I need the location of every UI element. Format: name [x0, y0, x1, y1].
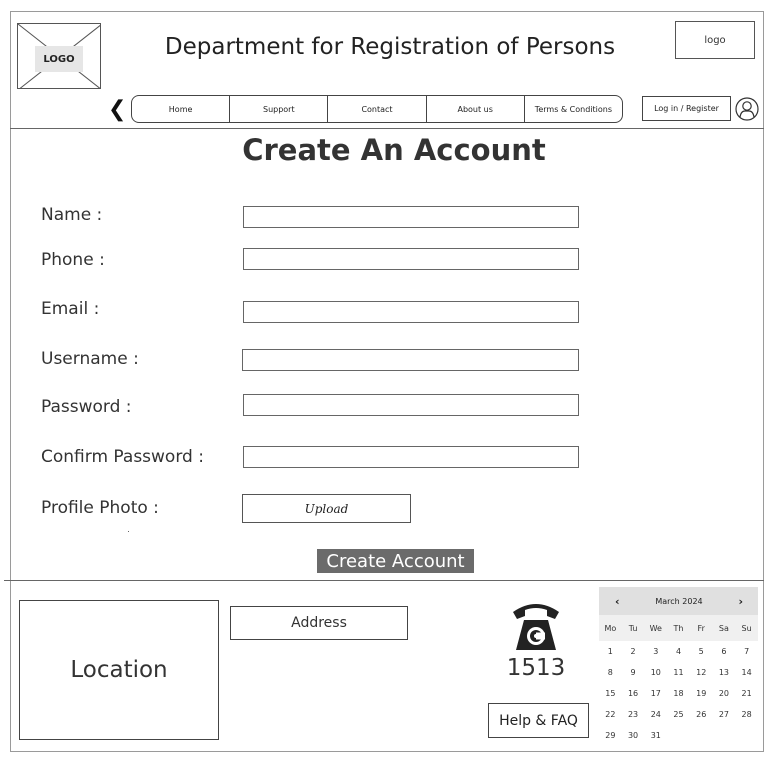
calendar-day[interactable]: 15 [599, 683, 622, 704]
password-input[interactable] [243, 394, 579, 416]
calendar-day[interactable]: 23 [622, 704, 645, 725]
footer-divider [4, 580, 764, 581]
calendar-day[interactable]: 16 [622, 683, 645, 704]
calendar-day[interactable]: 4 [667, 641, 690, 662]
calendar-header: ‹ March 2024 › [599, 587, 758, 615]
phone-number: 1513 [506, 655, 566, 681]
name-input[interactable] [243, 206, 579, 228]
header-divider [10, 128, 764, 129]
chevron-right-icon[interactable]: › [738, 595, 743, 608]
confirm-password-label: Confirm Password : [41, 447, 204, 467]
calendar-day[interactable]: 30 [622, 725, 645, 746]
calendar-day [713, 725, 736, 746]
calendar-weekday: We [649, 623, 662, 633]
calendar-day[interactable]: 24 [644, 704, 667, 725]
form-title: Create An Account [242, 133, 546, 167]
nav-item-about[interactable]: About us [427, 96, 525, 122]
phone-input[interactable] [243, 248, 579, 270]
login-register-button[interactable]: Log in / Register [642, 96, 731, 121]
calendar-day[interactable]: 3 [644, 641, 667, 662]
calendar-weekday: Sa [718, 623, 729, 633]
calendar-day[interactable]: 20 [713, 683, 736, 704]
calendar-day[interactable]: 13 [713, 662, 736, 683]
chevron-left-icon[interactable]: ‹ [615, 595, 620, 608]
calendar-day[interactable]: 26 [690, 704, 713, 725]
calendar-day[interactable]: 11 [667, 662, 690, 683]
calendar-day[interactable]: 18 [667, 683, 690, 704]
secondary-logo: logo [675, 21, 755, 59]
logo-label: LOGO [35, 46, 83, 72]
calendar-grid: Mo Tu We Th Fr Sa Su 1 2 3 4 5 6 7 8 9 1… [599, 615, 758, 746]
user-icon[interactable] [735, 97, 759, 121]
calendar-day[interactable]: 29 [599, 725, 622, 746]
profile-photo-label: Profile Photo : [41, 498, 159, 518]
calendar-day[interactable]: 31 [644, 725, 667, 746]
calendar-day [667, 725, 690, 746]
telephone-icon [513, 604, 559, 650]
calendar-day[interactable]: 1 [599, 641, 622, 662]
email-input[interactable] [243, 301, 579, 323]
confirm-password-input[interactable] [243, 446, 579, 468]
username-input[interactable] [242, 349, 579, 371]
logo-placeholder: LOGO [17, 23, 101, 89]
calendar-weekday: Mo [604, 623, 617, 633]
username-label: Username : [41, 349, 139, 369]
nav-item-home[interactable]: Home [132, 96, 231, 122]
calendar-day[interactable]: 5 [690, 641, 713, 662]
chevron-left-icon[interactable]: ❮ [108, 96, 126, 124]
phone-label: Phone : [41, 250, 105, 270]
calendar-day[interactable]: 12 [690, 662, 713, 683]
page-header-title: Department for Registration of Persons [164, 34, 616, 60]
calendar-day[interactable]: 17 [644, 683, 667, 704]
calendar-month-label: March 2024 [655, 596, 703, 606]
calendar-day[interactable]: 6 [713, 641, 736, 662]
calendar-day [735, 725, 758, 746]
nav-item-contact[interactable]: Contact [328, 96, 427, 122]
calendar-weekday: Th [673, 623, 684, 633]
nav-item-terms[interactable]: Terms & Conditions [525, 96, 622, 122]
calendar-day[interactable]: 10 [644, 662, 667, 683]
calendar-day[interactable]: 27 [713, 704, 736, 725]
calendar-day[interactable]: 28 [735, 704, 758, 725]
calendar-day[interactable]: 25 [667, 704, 690, 725]
create-account-button[interactable]: Create Account [317, 549, 474, 573]
calendar-day[interactable]: 22 [599, 704, 622, 725]
upload-button[interactable]: Upload [242, 494, 411, 523]
help-faq-button[interactable]: Help & FAQ [488, 703, 589, 738]
name-label: Name : [41, 205, 103, 225]
email-label: Email : [41, 299, 100, 319]
main-nav: Home Support Contact About us Terms & Co… [131, 95, 623, 123]
calendar-day[interactable]: 8 [599, 662, 622, 683]
calendar-day[interactable]: 7 [735, 641, 758, 662]
calendar-day[interactable]: 19 [690, 683, 713, 704]
location-map: Location [19, 600, 219, 740]
address-box: Address [230, 606, 408, 640]
calendar-day [690, 725, 713, 746]
stray-dot [128, 531, 129, 532]
calendar-day[interactable]: 9 [622, 662, 645, 683]
nav-item-support[interactable]: Support [230, 96, 329, 122]
calendar-day[interactable]: 14 [735, 662, 758, 683]
calendar-day[interactable]: 2 [622, 641, 645, 662]
calendar-weekday: Fr [697, 623, 705, 633]
calendar-weekday: Tu [628, 623, 638, 633]
password-label: Password : [41, 397, 132, 417]
calendar-weekday: Su [741, 623, 752, 633]
calendar-day[interactable]: 21 [735, 683, 758, 704]
